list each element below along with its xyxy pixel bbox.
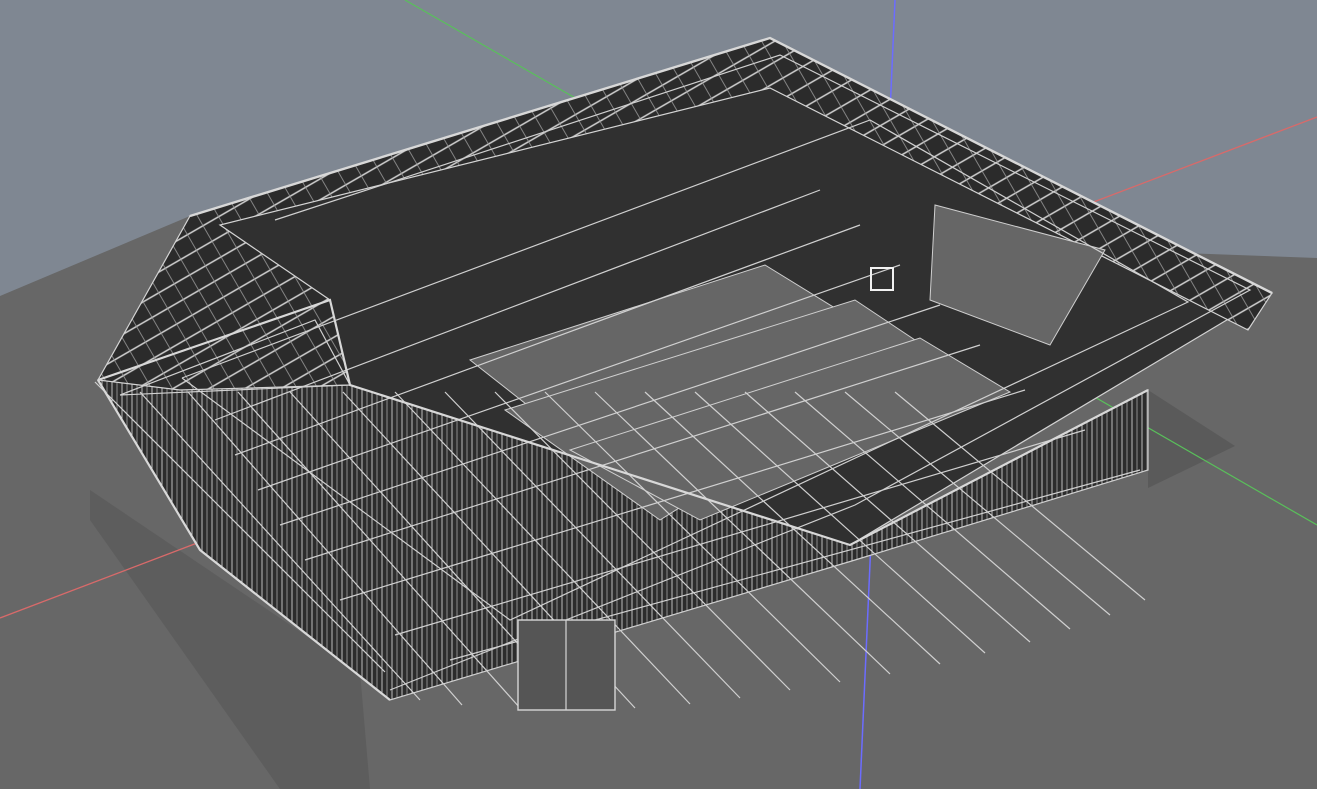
3d-viewport[interactable] [0, 0, 1317, 789]
window [517, 619, 616, 711]
model-scene[interactable] [0, 0, 1317, 789]
